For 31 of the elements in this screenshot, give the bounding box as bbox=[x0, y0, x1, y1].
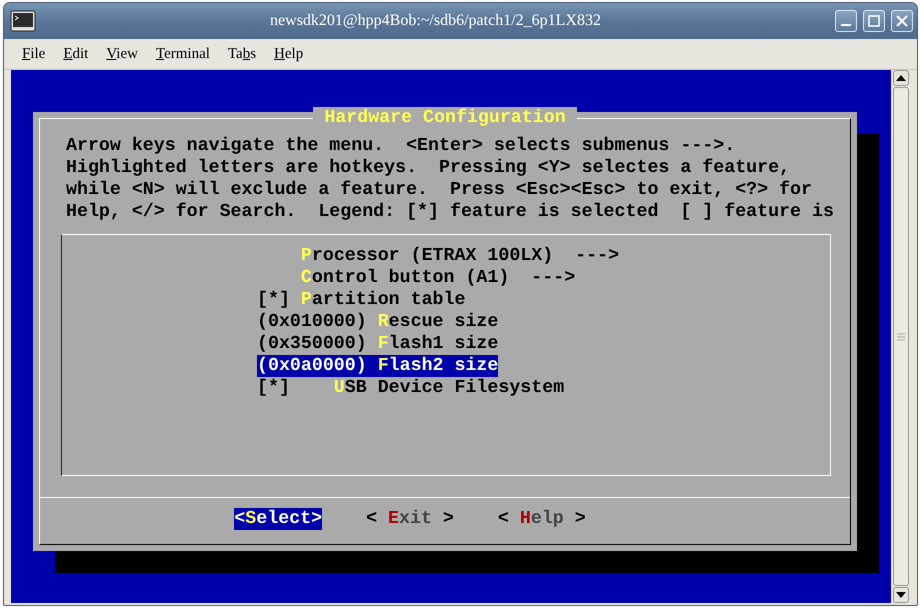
menu-item[interactable]: (0x010000) Rescue size bbox=[257, 311, 498, 333]
minimize-icon bbox=[841, 24, 851, 26]
menu-item[interactable]: Processor (ETRAX 100LX) ---> bbox=[257, 245, 620, 267]
scroll-up-button[interactable] bbox=[893, 70, 909, 86]
menu-item[interactable]: Edit bbox=[53, 42, 96, 66]
dialog-button[interactable]: < Help > bbox=[498, 508, 586, 530]
menu-item[interactable]: File bbox=[12, 42, 54, 66]
close-icon bbox=[895, 14, 909, 28]
down-arrow-icon bbox=[896, 592, 906, 598]
maximize-icon bbox=[867, 14, 881, 28]
menu-item[interactable]: Terminal bbox=[146, 42, 218, 66]
close-button[interactable] bbox=[891, 10, 913, 32]
dialog-button[interactable]: <Select> bbox=[234, 508, 322, 530]
menu-item[interactable]: Tabs bbox=[218, 42, 264, 66]
help-text: Arrow keys navigate the menu. <Enter> selects submenus --->. Highlighted letters are hotkeys. Pressing <Y> selectes a feature, while <N> will exclude a feature. Press <Esc><Esc> to exit, <?> for Help, </> for Search. Legend: [*] feature is selected [ ] feature is bbox=[65, 135, 835, 223]
grip-icon bbox=[897, 332, 905, 340]
up-arrow-icon bbox=[896, 75, 906, 81]
menu-item[interactable]: (0x350000) Flash1 size bbox=[257, 333, 498, 355]
scroll-down-button[interactable] bbox=[893, 587, 909, 603]
dialog-button[interactable]: < Exit > bbox=[366, 508, 454, 530]
menu-item[interactable]: Help bbox=[264, 42, 312, 66]
window-title: newsdk201@hpp4Bob:~/sdb6/patch1/2_6p1LX832 bbox=[269, 12, 602, 30]
menu-item[interactable]: (0x0a0000) Flash2 size bbox=[257, 355, 498, 377]
menu-item[interactable]: [*] Partition table bbox=[257, 289, 466, 311]
menu-item[interactable]: [*] USB Device Filesystem bbox=[257, 377, 564, 399]
maximize-button[interactable] bbox=[863, 10, 885, 32]
dialog-title: Hardware Configuration bbox=[313, 107, 577, 129]
terminal-icon bbox=[10, 10, 36, 32]
menu-item[interactable]: Control button (A1) ---> bbox=[257, 267, 576, 289]
minimize-button[interactable] bbox=[835, 10, 857, 32]
menu-item[interactable]: View bbox=[96, 42, 146, 66]
